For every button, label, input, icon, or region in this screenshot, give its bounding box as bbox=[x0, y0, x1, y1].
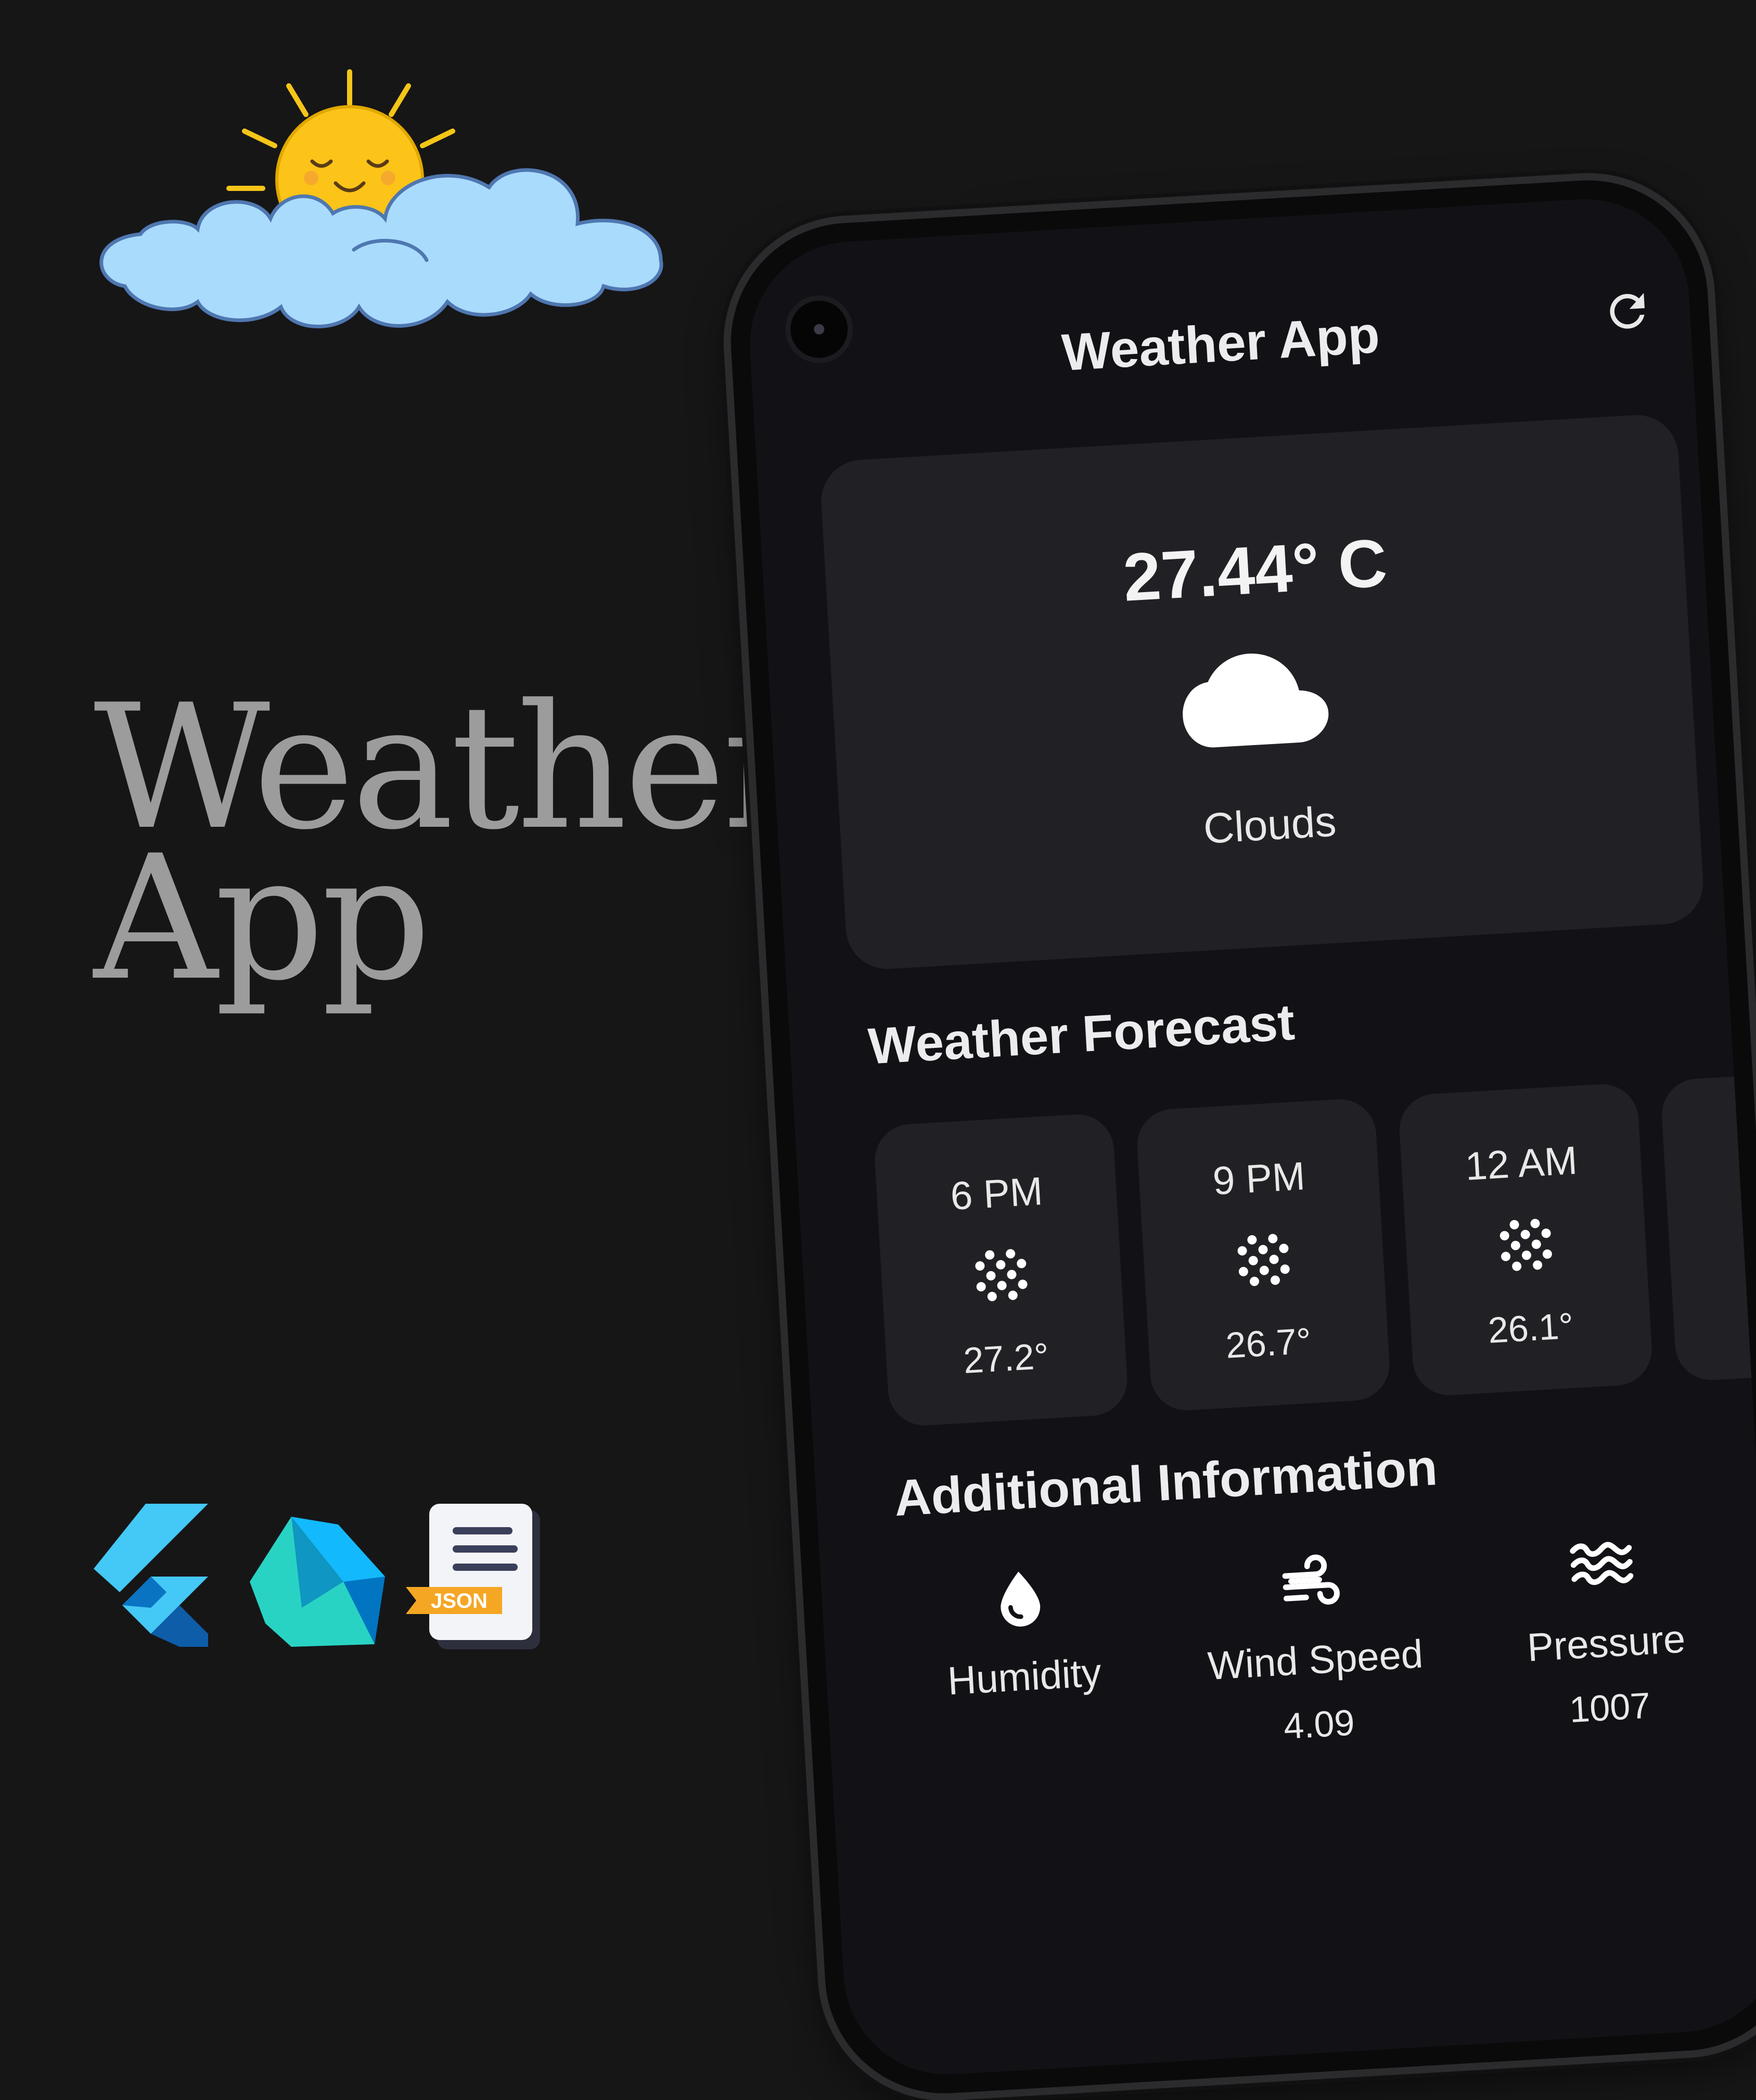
forecast-card[interactable]: 9 PM 26.7° bbox=[1135, 1097, 1392, 1413]
current-weather-card: 27.44° C Clouds bbox=[818, 413, 1706, 971]
forecast-temperature: 26.1° bbox=[1486, 1305, 1575, 1351]
flutter-logo-icon bbox=[94, 1504, 208, 1647]
forecast-card-partial[interactable] bbox=[1660, 1067, 1756, 1382]
refresh-icon[interactable] bbox=[1600, 284, 1655, 339]
current-condition: Clouds bbox=[1202, 798, 1338, 853]
info-value: 4.09 bbox=[1282, 1702, 1356, 1747]
info-label: Humidity bbox=[946, 1650, 1103, 1704]
info-label: Pressure bbox=[1526, 1617, 1687, 1670]
info-item-wind-speed: Wind Speed 4.09 bbox=[1189, 1542, 1440, 1752]
info-label: Wind Speed bbox=[1206, 1632, 1425, 1689]
promo-title: Weather App bbox=[94, 682, 804, 1004]
phone-screen: Weather App 27.44° C Clouds Weather Fore… bbox=[744, 193, 1756, 2081]
sun-cloud-illustration bbox=[99, 69, 663, 328]
waves-icon bbox=[1570, 1542, 1634, 1585]
snow-icon bbox=[975, 1249, 1028, 1301]
cloud-icon bbox=[1183, 654, 1329, 748]
info-item-humidity: Humidity bbox=[899, 1559, 1146, 1727]
forecast-card[interactable]: 6 PM 27.2° bbox=[873, 1112, 1130, 1428]
forecast-time: 9 PM bbox=[1211, 1154, 1306, 1203]
json-file-icon: JSON bbox=[406, 1504, 540, 1649]
forecast-temperature: 27.2° bbox=[962, 1335, 1050, 1381]
forecast-time: 6 PM bbox=[949, 1169, 1044, 1219]
forecast-list[interactable]: 6 PM 27.2° 9 PM 26.7° 12 AM 26.1° bbox=[873, 1067, 1756, 1438]
json-badge-label: JSON bbox=[431, 1590, 488, 1612]
additional-info-section-title: Additional Information bbox=[892, 1438, 1439, 1527]
info-item-pressure: Pressure 1007 bbox=[1480, 1526, 1731, 1735]
snow-icon bbox=[1499, 1219, 1552, 1271]
water-drop-icon bbox=[1001, 1571, 1041, 1627]
current-temperature: 27.44° C bbox=[1121, 524, 1389, 616]
phone-frame: Weather App 27.44° C Clouds Weather Fore… bbox=[724, 173, 1756, 2100]
forecast-time: 12 AM bbox=[1464, 1138, 1579, 1189]
forecast-card[interactable]: 12 AM 26.1° bbox=[1397, 1082, 1654, 1398]
forecast-section-title: Weather Forecast bbox=[866, 993, 1297, 1075]
info-value bbox=[907, 1713, 1146, 1727]
phone-mockup: Weather App 27.44° C Clouds Weather Fore… bbox=[724, 173, 1756, 2100]
snow-icon bbox=[1237, 1234, 1290, 1286]
tech-logos: JSON bbox=[94, 1504, 540, 1649]
additional-info-row: Humidity Wind Speed 4.09 Pressure 1007 bbox=[899, 1522, 1756, 1781]
wind-icon bbox=[1282, 1554, 1340, 1605]
dart-logo-icon bbox=[250, 1517, 385, 1647]
forecast-temperature: 26.7° bbox=[1224, 1320, 1313, 1366]
app-title: Weather App bbox=[1060, 305, 1381, 382]
info-value: 1007 bbox=[1568, 1685, 1652, 1731]
